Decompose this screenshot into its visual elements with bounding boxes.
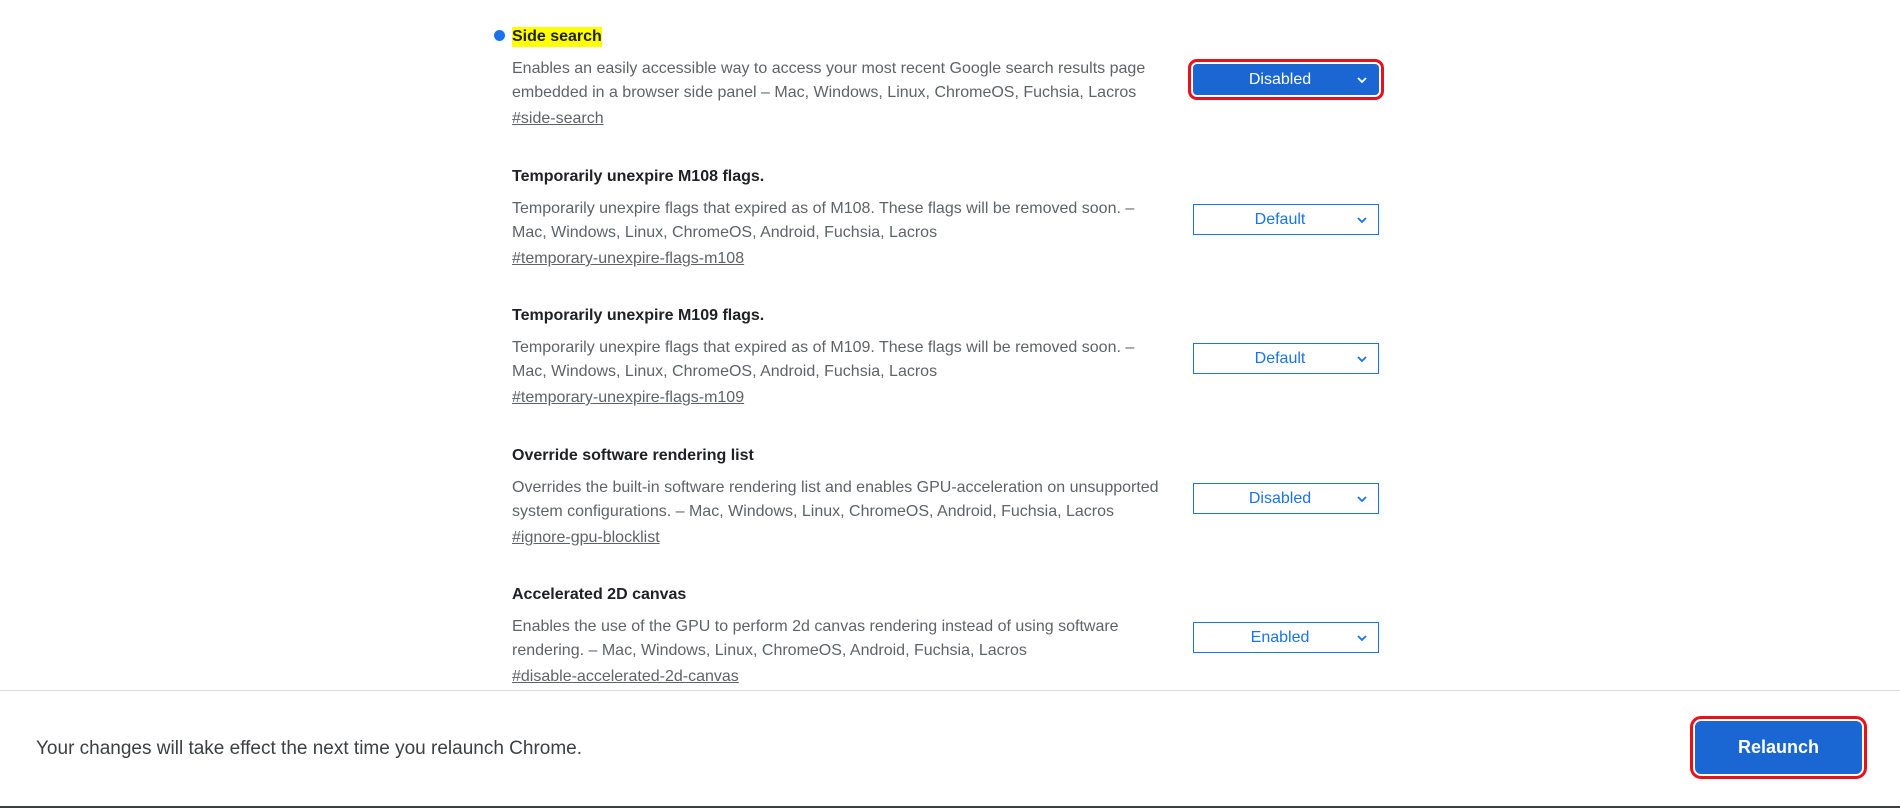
flag-permalink[interactable]: #ignore-gpu-blocklist (512, 526, 660, 550)
select-value: Default (1254, 350, 1306, 367)
modified-indicator-dot (494, 30, 505, 41)
relaunch-message: Your changes will take effect the next t… (36, 738, 583, 759)
flag-title: Side search (512, 27, 602, 47)
flag-state-select[interactable]: Default (1193, 204, 1379, 235)
chevron-down-icon (1357, 356, 1367, 363)
flag-permalink[interactable]: #disable-accelerated-2d-canvas (512, 665, 739, 689)
flag-permalink[interactable]: #temporary-unexpire-flags-m109 (512, 386, 744, 410)
flag-description: Overrides the built-in software renderin… (512, 479, 1159, 520)
flag-temporary-unexpire-m109: Temporarily unexpire M109 flags. Tempora… (512, 292, 1382, 412)
chevron-down-icon (1357, 217, 1367, 224)
flag-title: Accelerated 2D canvas (512, 586, 687, 603)
chevron-down-icon (1357, 496, 1367, 503)
flag-title: Temporarily unexpire M109 flags. (512, 307, 765, 324)
flag-side-search: Side search Enables an easily accessible… (494, 13, 1384, 133)
flag-state-select[interactable]: Disabled (1188, 59, 1384, 100)
flag-permalink[interactable]: #side-search (512, 107, 604, 131)
select-value: Disabled (1248, 490, 1312, 507)
flag-accelerated-2d-canvas: Accelerated 2D canvas Enables the use of… (512, 571, 1382, 690)
flag-title: Override software rendering list (512, 447, 754, 464)
flag-state-select[interactable]: Disabled (1193, 483, 1379, 514)
flag-title: Temporarily unexpire M108 flags. (512, 168, 765, 185)
flag-description: Temporarily unexpire flags that expired … (512, 339, 1135, 380)
select-value: Enabled (1250, 629, 1310, 646)
select-value: Default (1254, 211, 1306, 228)
flag-temporary-unexpire-m108: Temporarily unexpire M108 flags. Tempora… (512, 153, 1382, 273)
flags-list: Side search Enables an easily accessible… (0, 0, 1900, 690)
flag-state-select[interactable]: Enabled (1193, 622, 1379, 653)
chevron-down-icon (1357, 77, 1367, 84)
select-value: Disabled (1248, 71, 1312, 88)
relaunch-bar: Your changes will take effect the next t… (0, 691, 1900, 806)
flag-description: Enables an easily accessible way to acce… (512, 60, 1146, 101)
chevron-down-icon (1357, 635, 1367, 642)
chrome-flags-page: Side search Enables an easily accessible… (0, 0, 1900, 808)
flag-description: Temporarily unexpire flags that expired … (512, 200, 1135, 241)
flag-state-select[interactable]: Default (1193, 343, 1379, 374)
flag-permalink[interactable]: #temporary-unexpire-flags-m108 (512, 247, 744, 271)
flag-description: Enables the use of the GPU to perform 2d… (512, 618, 1119, 659)
flag-ignore-gpu-blocklist: Override software rendering list Overrid… (512, 432, 1382, 552)
relaunch-button[interactable]: Relaunch (1690, 716, 1867, 779)
